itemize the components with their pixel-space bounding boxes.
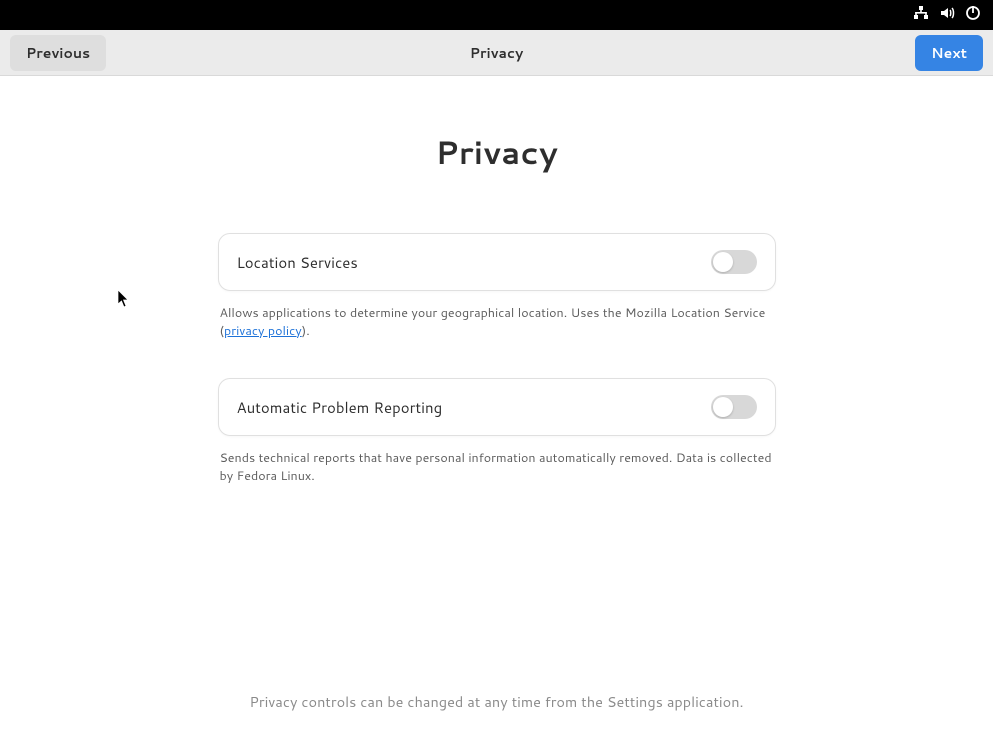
problem-reporting-row: Automatic Problem Reporting [218, 378, 776, 436]
system-topbar [0, 0, 993, 30]
previous-button[interactable]: Previous [10, 35, 106, 71]
problem-reporting-toggle[interactable] [711, 395, 757, 419]
location-services-description: Allows applications to determine your ge… [218, 305, 776, 340]
location-services-row: Location Services [218, 233, 776, 291]
toggle-knob [713, 397, 733, 417]
location-services-toggle[interactable] [711, 250, 757, 274]
network-icon[interactable] [913, 4, 929, 27]
headerbar-title: Privacy [470, 43, 524, 63]
privacy-policy-link[interactable]: privacy policy [224, 322, 302, 340]
next-button[interactable]: Next [915, 35, 983, 71]
content-area: Privacy Location Services Allows applica… [0, 76, 993, 742]
problem-reporting-description: Sends technical reports that have person… [218, 450, 776, 485]
location-services-label: Location Services [237, 252, 358, 273]
toggle-knob [713, 252, 733, 272]
settings-group: Location Services Allows applications to… [218, 233, 776, 523]
problem-reporting-label: Automatic Problem Reporting [237, 397, 443, 418]
volume-icon[interactable] [939, 4, 955, 27]
power-icon[interactable] [965, 4, 981, 27]
page-title: Privacy [435, 130, 557, 175]
headerbar: Previous Privacy Next [0, 30, 993, 76]
footer-note: Privacy controls can be changed at any t… [249, 691, 743, 712]
